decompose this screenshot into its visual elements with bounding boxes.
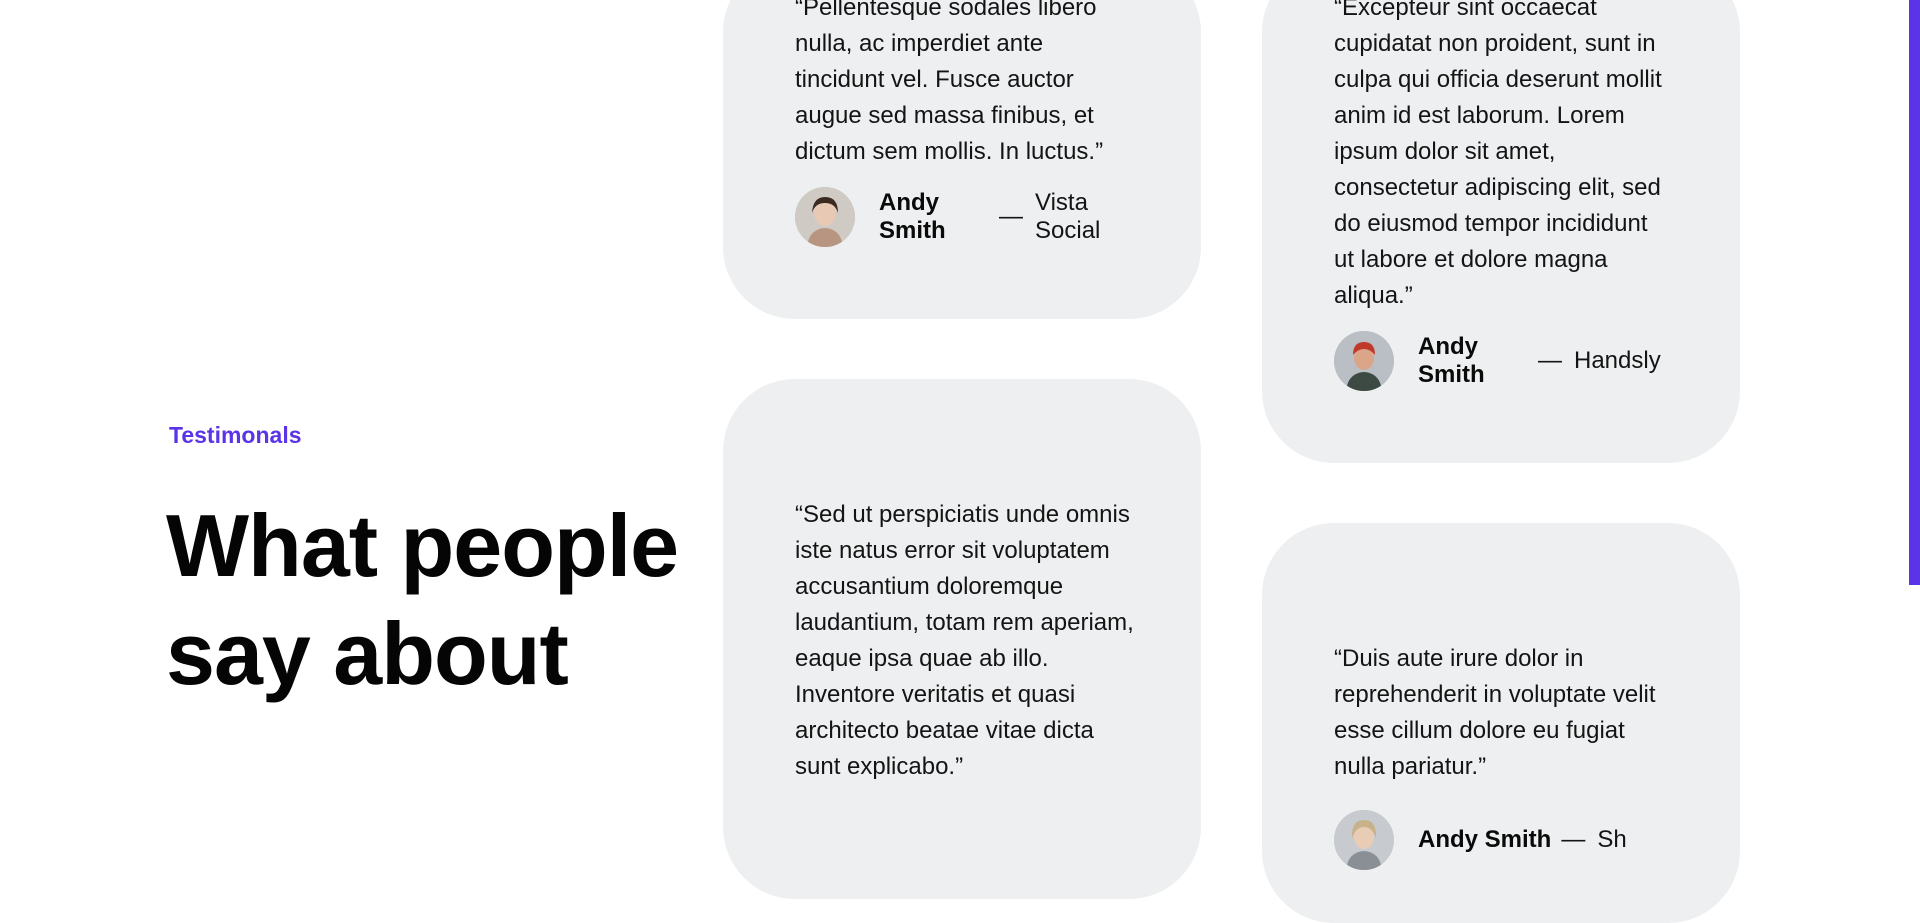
testimonial-quote: “Duis aute irure dolor in reprehenderit …	[1334, 645, 1656, 780]
testimonial-card: “Excepteur sint occaecat cupidatat non p…	[1262, 0, 1740, 463]
section-eyebrow: Testimonals	[169, 422, 302, 448]
testimonial-card: “Sed ut perspiciatis unde omnis iste nat…	[723, 379, 1201, 899]
scrollbar-thumb[interactable]	[1909, 0, 1920, 585]
avatar	[795, 187, 855, 247]
testimonial-author: Andy Smith — Sh	[1334, 810, 1697, 870]
avatar-photo	[1334, 810, 1394, 870]
avatar	[1334, 810, 1394, 870]
author-name: Andy Smith	[1418, 826, 1552, 853]
testimonial-author: Andy Smith — Vista Social	[795, 187, 1135, 247]
avatar	[1334, 331, 1394, 391]
author-dash: —	[999, 203, 1023, 230]
testimonial-author: Andy Smith — Handsly	[1334, 331, 1674, 391]
testimonial-quote: “Pellentesque sodales libero nulla, ac i…	[795, 0, 1104, 165]
avatar-photo	[795, 187, 855, 247]
author-dash: —	[1538, 347, 1562, 374]
testimonial-card: “Duis aute irure dolor in reprehenderit …	[1262, 523, 1740, 923]
author-dash: —	[1561, 826, 1586, 853]
author-company: Vista Social	[1035, 189, 1101, 244]
testimonial-quote: “Sed ut perspiciatis unde omnis iste nat…	[795, 501, 1134, 780]
author-company: Sh	[1597, 826, 1627, 853]
avatar-photo	[1334, 331, 1394, 391]
testimonial-card: “Pellentesque sodales libero nulla, ac i…	[723, 0, 1201, 319]
section-headline: What people say about	[166, 496, 679, 703]
author-company: Handsly	[1574, 347, 1661, 374]
author-name: Andy Smith	[1418, 333, 1485, 388]
testimonial-quote: “Excepteur sint occaecat cupidatat non p…	[1334, 0, 1662, 309]
author-name: Andy Smith	[879, 189, 946, 244]
